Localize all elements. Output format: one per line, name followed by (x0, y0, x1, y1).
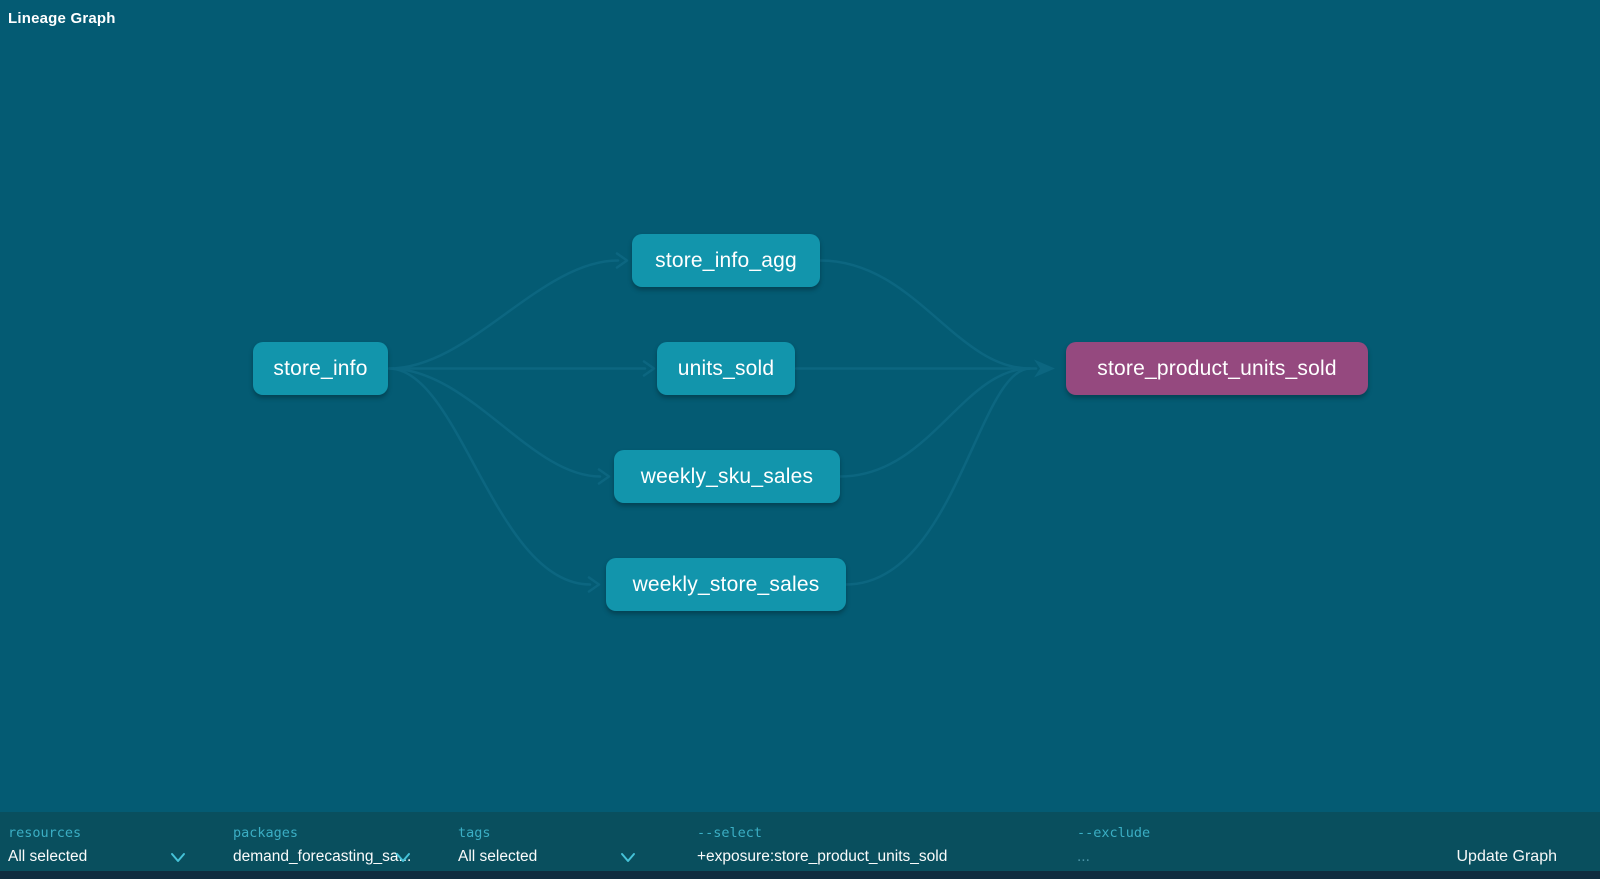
tags-label: tags (458, 825, 491, 841)
chevron-down-icon (170, 852, 186, 864)
node-store-product-units-sold[interactable]: store_product_units_sold (1066, 342, 1368, 395)
exclude-label: --exclude (1077, 825, 1150, 841)
chevron-down-icon (620, 852, 636, 864)
edge-weekly_store_sales-store_product_units_sold (846, 369, 1030, 585)
update-graph-button[interactable]: Update Graph (1456, 848, 1557, 866)
edge-store_info-weekly_store_sales (389, 369, 590, 585)
select-value: +exposure:store_product_units_sold (697, 848, 947, 866)
exclude-input[interactable]: ... (1077, 848, 1377, 868)
packages-label: packages (233, 825, 298, 841)
select-input[interactable]: +exposure:store_product_units_sold (697, 848, 1067, 868)
filter-resources: resources All selected (8, 812, 223, 871)
node-store-info[interactable]: store_info (253, 342, 388, 395)
exclude-value: ... (1077, 848, 1090, 866)
packages-dropdown[interactable]: demand_forecasting_sa... (233, 848, 448, 868)
edge-weekly_sku_sales-store_product_units_sold (840, 369, 1030, 477)
node-weekly-sku-sales[interactable]: weekly_sku_sales (614, 450, 840, 503)
node-units-sold[interactable]: units_sold (657, 342, 795, 395)
node-store-info-agg[interactable]: store_info_agg (632, 234, 820, 287)
edges-layer (0, 0, 1600, 812)
tags-value: All selected (458, 848, 537, 866)
select-label: --select (697, 825, 762, 841)
lineage-graph-canvas[interactable]: store_info store_info_agg units_sold wee… (0, 0, 1600, 812)
chevron-down-icon (395, 852, 411, 864)
filter-toolbar: resources All selected packages demand_f… (0, 812, 1600, 871)
filter-tags: tags All selected (458, 812, 673, 871)
edge-store_info_agg-store_product_units_sold (820, 261, 1030, 369)
tags-dropdown[interactable]: All selected (458, 848, 673, 868)
filter-exclude: --exclude ... (1077, 812, 1377, 871)
edge-store_info-store_info_agg (389, 261, 618, 369)
lineage-graph-app: Lineage Graph store_inf (0, 0, 1600, 879)
packages-value: demand_forecasting_sa... (233, 848, 411, 866)
resources-value: All selected (8, 848, 87, 866)
filter-packages: packages demand_forecasting_sa... (233, 812, 448, 871)
footer-strip (0, 871, 1600, 879)
resources-label: resources (8, 825, 81, 841)
resources-dropdown[interactable]: All selected (8, 848, 223, 868)
node-weekly-store-sales[interactable]: weekly_store_sales (606, 558, 846, 611)
filter-select: --select +exposure:store_product_units_s… (697, 812, 1067, 871)
